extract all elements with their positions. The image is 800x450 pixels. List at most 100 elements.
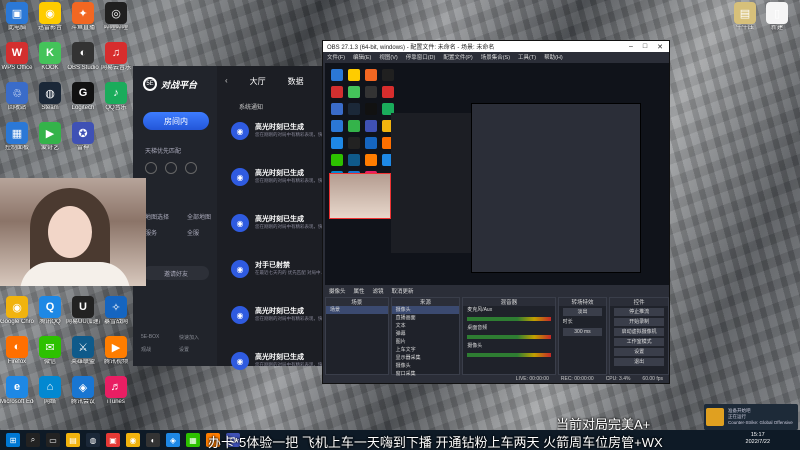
desktop-icon[interactable]: ♫ 网易云音乐 [99,42,133,72]
obs-preview[interactable] [325,63,669,285]
menu-item[interactable]: 编辑(E) [353,53,371,61]
source-item[interactable]: 文本 [392,322,460,330]
desktop-icon[interactable]: ✧ 暴雪战网 [99,296,133,326]
desktop-icon[interactable]: Q 腾讯QQ [33,296,67,326]
taskbar-app-icon[interactable]: ◐ [146,433,160,447]
source-item[interactable]: 图片 [392,338,460,346]
menu-item[interactable]: 配置文件(P) [443,53,472,61]
notice-item[interactable]: ◉ 高光时刻已生成您在刚刚的对局中有精彩表现，快去查看吧 [231,212,323,252]
source-toolbar-item[interactable]: 摄像头 [329,287,346,295]
desktop-icon[interactable]: ▶ 爱奇艺 [33,122,67,152]
close-icon[interactable]: ✕ [657,43,663,51]
option-icon[interactable] [185,162,197,174]
control-button[interactable]: 停止推流 [614,308,664,316]
transition-type[interactable]: 淡出 [562,308,603,316]
control-button[interactable]: 设置 [614,348,664,356]
source-item[interactable]: 摄像头 [392,362,460,370]
duration-value[interactable]: 300 ms [562,328,603,336]
taskbar-app-icon[interactable]: ⌕ [26,433,40,447]
desktop-icon[interactable]: ◍ Steam [33,82,67,112]
desktop-icon[interactable]: W WPS Office [0,42,34,72]
desktop-icon[interactable]: K KOOK [33,42,67,72]
control-button[interactable]: 启动虚拟摄像机 [614,328,664,336]
menu-item[interactable]: 视图(V) [379,53,397,61]
volume-meter[interactable] [467,335,551,339]
desktop-icon[interactable]: ◐ Firefox [0,336,34,366]
invite-button[interactable]: 邀请好友 [143,266,209,280]
desktop-icon[interactable]: ⌂ 网络 [33,376,67,406]
taskbar-app-icon[interactable]: ▭ [46,433,60,447]
map-value[interactable]: 全部地图 [187,212,211,221]
footer-link[interactable]: 快速加入 [179,334,199,341]
desktop-icon-label: iTunes [107,399,125,405]
footer-link[interactable]: 5E-BOX [141,334,159,340]
source-item[interactable]: 弹幕 [392,330,460,338]
desktop-icon[interactable]: ◉ 迅雷影音 [33,2,67,32]
desktop-icon[interactable]: ✉ 微信 [33,336,67,366]
option-icon[interactable] [165,162,177,174]
source-item[interactable]: 直播画面 [392,314,460,322]
source-toolbar-item[interactable]: 滤镜 [373,287,384,295]
desktop-icon[interactable]: ✪ 雷神 [66,122,100,152]
option-icon[interactable] [145,162,157,174]
room-button[interactable]: 房间内 [143,112,209,130]
source-item[interactable]: 摄像头 [391,306,460,314]
notice-item[interactable]: ◉ 高光时刻已生成您在刚刚的对局中有精彩表现，快去查看吧 [231,120,323,160]
source-toolbar-item[interactable]: 取消更新 [392,287,414,295]
taskbar-app-icon[interactable]: ◍ [86,433,100,447]
notice-item[interactable]: ◉ 对手已射禁 在最近七天内的 优先匹配 对局中… [231,258,323,298]
menu-item[interactable]: 工具(T) [518,53,536,61]
notice-item[interactable]: ◉ 高光时刻已生成您在刚刚的对局中有精彩表现，快去查看吧 [231,166,323,206]
desktop-icon[interactable]: ▶ 腾讯视频 [99,336,133,366]
menu-item[interactable]: 文件(F) [327,53,345,61]
desktop-icon[interactable]: eMicrosoft Edge [0,376,34,406]
control-button[interactable]: 开始录制 [614,318,664,326]
maximize-icon[interactable]: □ [643,43,647,51]
tab-lobby[interactable]: 大厅 [250,76,266,87]
desktop-icon[interactable]: ◐ OBS Studio [66,42,100,72]
desktop-icon[interactable]: ⚔ 英雄联盟 [66,336,100,366]
minimize-icon[interactable]: – [629,43,633,51]
desktop-icon[interactable]: ▯ 新建 [760,2,794,32]
taskbar-app-icon[interactable]: ◈ [166,433,180,447]
scene-item[interactable]: 场景 [326,306,388,314]
back-icon[interactable]: ‹ [225,76,228,87]
desktop-icon[interactable]: ♬ iTunes [99,376,133,406]
taskbar-app-icon[interactable]: ▤ [66,433,80,447]
tab-data[interactable]: 数据 [288,76,304,87]
control-button[interactable]: 工作室模式 [614,338,664,346]
volume-meter[interactable] [467,317,551,321]
control-button[interactable]: 退出 [614,358,664,366]
menu-item[interactable]: 帮助(H) [544,53,563,61]
footer-link[interactable]: 设置 [179,346,189,353]
desktop-icon[interactable]: ◎ 哔哩哔哩 [99,2,133,32]
desktop-icon[interactable]: G Logitech [66,82,100,112]
taskbar-clock[interactable]: 15:17 2022/7/22 [746,432,770,446]
volume-meter[interactable] [467,353,551,357]
taskbar-app-icon[interactable]: ◉ [126,433,140,447]
notice-item[interactable]: ◉ 高光时刻已生成您在刚刚的对局中有精彩表现，快去查看吧 [231,304,323,344]
desktop-icon-label: 新建 [770,25,783,31]
desktop-icon[interactable]: ✦ 斗鱼直播 [66,2,100,32]
taskbar-app-icon[interactable]: ▣ [106,433,120,447]
desktop-icon[interactable]: ▤ 牛牛压 [728,2,762,32]
desktop-icon[interactable]: ◈ 腾讯会议 [66,376,100,406]
source-toolbar-item[interactable]: 属性 [354,287,365,295]
footer-link[interactable]: 观战 [141,346,151,353]
desktop-icon[interactable]: ◉Google Chrome [0,296,34,326]
notice-desc: 您在刚刚的对局中有精彩表现，快去查看吧 [255,132,323,137]
source-item[interactable]: 显示器采集 [392,354,460,362]
desktop-icon[interactable]: ♲ 回收站 [0,82,34,112]
desktop-icon[interactable]: U网易UU加速器 [66,296,100,326]
notice-item[interactable]: ◉ 高光时刻已生成您在刚刚的对局中有精彩表现，快去查看吧 [231,350,323,390]
desktop-icon[interactable]: ♪ QQ音乐 [99,82,133,112]
menu-item[interactable]: 场景集合(S) [481,53,510,61]
game-notification[interactable]: 准备开始吧 正在运行 Counter-Strike: Global Offens… [704,404,798,430]
desktop-icon[interactable]: ▦ 控制面板 [0,122,34,152]
menu-item[interactable]: 停靠窗口(D) [406,53,436,61]
source-item[interactable]: 上车文字 [392,346,460,354]
taskbar-app-icon[interactable]: ⊞ [6,433,20,447]
taskbar-app-icon[interactable]: ▦ [186,433,200,447]
desktop-icon[interactable]: ▣ 此电脑 [0,2,34,32]
mode-value[interactable]: 全服 [187,228,199,237]
